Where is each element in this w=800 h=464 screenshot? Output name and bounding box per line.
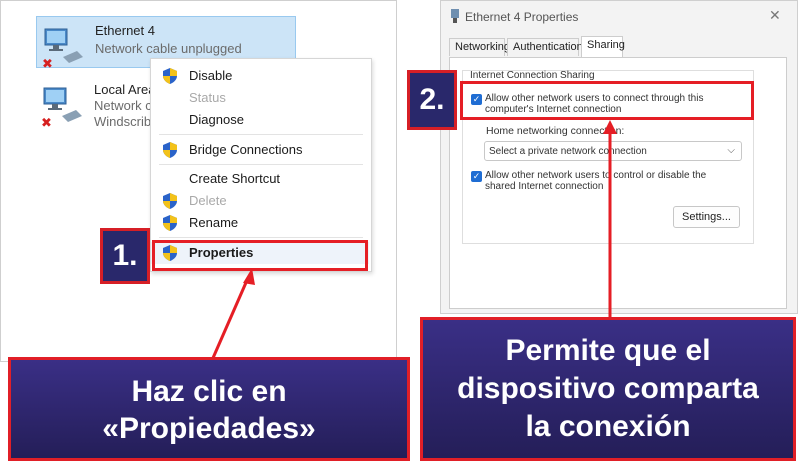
settings-button[interactable]: Settings... [673, 206, 740, 228]
callout-left-line2: «Propiedades» [102, 412, 316, 445]
callout-right-line1: Permite que el [505, 334, 711, 367]
callout-click-properties: Haz clic en «Propiedades» [8, 357, 410, 461]
callout-allow-sharing: Permite que el dispositivo comparta la c… [420, 317, 796, 461]
network-adapter-icon: ✖ [41, 87, 82, 128]
menu-separator [159, 237, 363, 238]
shield-icon [163, 215, 177, 231]
menu-item-delete[interactable]: Delete [151, 190, 369, 212]
allow-control-label-line2: shared Internet connection [485, 181, 604, 192]
menu-item-status[interactable]: Status [151, 87, 369, 109]
adapter-device: Windscrib [94, 114, 152, 129]
step-1-badge: 1. [100, 228, 150, 284]
tab-sharing[interactable]: Sharing [581, 36, 625, 57]
adapter-local-area[interactable]: ✖ Local Area Network c Windscrib [36, 76, 156, 136]
home-networking-label: Home networking connection: [486, 125, 625, 137]
menu-item-create-shortcut[interactable]: Create Shortcut [151, 168, 369, 190]
menu-separator [159, 134, 363, 135]
properties-highlight [152, 240, 368, 271]
allow-connect-highlight [460, 81, 754, 120]
adapter-status: Network cable unplugged [95, 41, 242, 56]
callout-right-line3: la conexión [525, 410, 691, 443]
adapter-status: Network c [94, 98, 152, 113]
adapter-name: Local Area [94, 82, 156, 97]
select-value: Select a private network connection [489, 146, 647, 157]
menu-separator [159, 164, 363, 165]
shield-icon [163, 142, 177, 158]
adapter-name: Ethernet 4 [95, 23, 155, 38]
menu-item-rename[interactable]: Rename [151, 212, 369, 234]
error-x-icon: ✖ [41, 116, 52, 128]
step-2-badge: 2. [407, 70, 457, 130]
network-adapter-icon: ✖ [42, 28, 83, 69]
shield-icon [163, 193, 177, 209]
menu-item-diagnose[interactable]: Diagnose [151, 109, 369, 131]
private-network-select[interactable]: Select a private network connection ⌵ [484, 141, 742, 161]
chevron-down-icon: ⌵ [727, 145, 735, 156]
menu-item-disable[interactable]: Disable [151, 65, 369, 87]
allow-control-checkbox[interactable]: ✓ [471, 171, 482, 182]
dialog-title: Ethernet 4 Properties [465, 10, 579, 24]
allow-control-label-line1: Allow other network users to control or … [485, 170, 707, 181]
callout-left-line1: Haz clic en [131, 375, 287, 408]
close-icon[interactable]: ✕ [769, 7, 781, 24]
adapter-small-icon [451, 9, 459, 23]
shield-icon [163, 68, 177, 84]
error-x-icon: ✖ [42, 57, 53, 69]
callout-right-line2: dispositivo comparta [457, 372, 759, 405]
tab-networking[interactable]: Networking [449, 38, 510, 56]
menu-item-bridge-connections[interactable]: Bridge Connections [151, 139, 369, 161]
tab-authentication[interactable]: Authentication [507, 38, 583, 56]
ics-group-label: Internet Connection Sharing [470, 70, 595, 81]
